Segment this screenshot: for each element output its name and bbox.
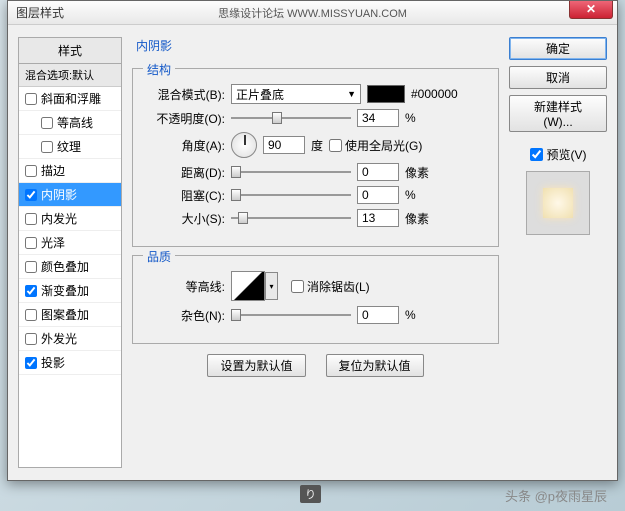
contour-picker[interactable]: ▾ — [231, 271, 265, 301]
distance-unit: 像素 — [405, 164, 429, 181]
opacity-input[interactable]: 34 — [357, 109, 399, 127]
sidebar-item-label: 斜面和浮雕 — [41, 90, 101, 107]
sidebar-checkbox[interactable] — [41, 141, 53, 153]
sidebar-checkbox[interactable] — [25, 165, 37, 177]
size-unit: 像素 — [405, 210, 429, 227]
noise-slider[interactable] — [231, 307, 351, 323]
sidebar-checkbox[interactable] — [25, 237, 37, 249]
sidebar-item-6[interactable]: 光泽 — [19, 231, 121, 255]
opacity-slider[interactable] — [231, 110, 351, 126]
logo-badge: り — [300, 485, 321, 503]
sidebar-checkbox[interactable] — [25, 261, 37, 273]
chevron-down-icon: ▼ — [347, 89, 356, 99]
sidebar-item-label: 纹理 — [57, 138, 81, 155]
sidebar-item-8[interactable]: 渐变叠加 — [19, 279, 121, 303]
ok-button[interactable]: 确定 — [509, 37, 607, 60]
choke-unit: % — [405, 188, 416, 202]
noise-unit: % — [405, 308, 416, 322]
sidebar-item-label: 投影 — [41, 354, 65, 371]
structure-legend: 结构 — [143, 61, 175, 78]
noise-input[interactable]: 0 — [357, 306, 399, 324]
cancel-button[interactable]: 取消 — [509, 66, 607, 89]
sidebar-checkbox[interactable] — [25, 309, 37, 321]
preview-thumbnail — [526, 171, 590, 235]
sidebar-sub[interactable]: 混合选项:默认 — [19, 64, 121, 87]
sidebar-header: 样式 — [19, 38, 121, 64]
panel-title: 内阴影 — [136, 39, 172, 53]
blend-mode-label: 混合模式(B): — [145, 86, 225, 103]
sidebar-item-label: 颜色叠加 — [41, 258, 89, 275]
preview-checkbox[interactable]: 预览(V) — [530, 146, 587, 163]
size-label: 大小(S): — [145, 210, 225, 227]
sidebar-item-9[interactable]: 图案叠加 — [19, 303, 121, 327]
size-input[interactable]: 13 — [357, 209, 399, 227]
angle-label: 角度(A): — [145, 137, 225, 154]
angle-dial[interactable] — [231, 132, 257, 158]
sidebar-checkbox[interactable] — [25, 357, 37, 369]
new-style-button[interactable]: 新建样式(W)... — [509, 95, 607, 132]
sidebar-item-label: 图案叠加 — [41, 306, 89, 323]
close-icon: ✕ — [586, 2, 596, 16]
sidebar-checkbox[interactable] — [25, 333, 37, 345]
angle-unit: 度 — [311, 137, 323, 154]
sidebar-item-10[interactable]: 外发光 — [19, 327, 121, 351]
sidebar-item-0[interactable]: 斜面和浮雕 — [19, 87, 121, 111]
sidebar-item-label: 描边 — [41, 162, 65, 179]
sidebar-item-label: 内阴影 — [41, 186, 77, 203]
global-light-checkbox[interactable]: 使用全局光(G) — [329, 137, 422, 154]
distance-label: 距离(D): — [145, 164, 225, 181]
contour-label: 等高线: — [145, 278, 225, 295]
color-hex: #000000 — [411, 87, 458, 101]
sidebar-item-label: 光泽 — [41, 234, 65, 251]
sidebar-item-4[interactable]: 内阴影 — [19, 183, 121, 207]
size-slider[interactable] — [231, 210, 351, 226]
sidebar-item-7[interactable]: 颜色叠加 — [19, 255, 121, 279]
sidebar-checkbox[interactable] — [25, 93, 37, 105]
title-center: 思缘设计论坛 WWW.MISSYUAN.COM — [218, 5, 407, 21]
blend-mode-combo[interactable]: 正片叠底▼ — [231, 84, 361, 104]
sidebar-item-1[interactable]: 等高线 — [19, 111, 121, 135]
sidebar-checkbox[interactable] — [25, 285, 37, 297]
sidebar-item-2[interactable]: 纹理 — [19, 135, 121, 159]
style-sidebar: 样式 混合选项:默认 斜面和浮雕等高线纹理描边内阴影内发光光泽颜色叠加渐变叠加图… — [18, 37, 122, 468]
sidebar-item-11[interactable]: 投影 — [19, 351, 121, 375]
color-swatch[interactable] — [367, 85, 405, 103]
quality-legend: 品质 — [143, 248, 175, 265]
sidebar-item-label: 等高线 — [57, 114, 93, 131]
sidebar-item-label: 外发光 — [41, 330, 77, 347]
choke-input[interactable]: 0 — [357, 186, 399, 204]
sidebar-checkbox[interactable] — [41, 117, 53, 129]
window-title: 图层样式 — [16, 4, 64, 21]
close-button[interactable]: ✕ — [569, 1, 613, 19]
sidebar-item-label: 内发光 — [41, 210, 77, 227]
reset-default-button[interactable]: 复位为默认值 — [326, 354, 424, 377]
sidebar-item-3[interactable]: 描边 — [19, 159, 121, 183]
distance-input[interactable]: 0 — [357, 163, 399, 181]
structure-group: 结构 混合模式(B): 正片叠底▼ #000000 不透明度(O): 34 % … — [132, 68, 499, 247]
distance-slider[interactable] — [231, 164, 351, 180]
sidebar-checkbox[interactable] — [25, 189, 37, 201]
antialias-checkbox[interactable]: 消除锯齿(L) — [291, 278, 370, 295]
set-default-button[interactable]: 设置为默认值 — [207, 354, 305, 377]
sidebar-checkbox[interactable] — [25, 213, 37, 225]
opacity-unit: % — [405, 111, 416, 125]
sidebar-item-5[interactable]: 内发光 — [19, 207, 121, 231]
quality-group: 品质 等高线: ▾ 消除锯齿(L) 杂色(N): 0 % — [132, 255, 499, 344]
angle-input[interactable]: 90 — [263, 136, 305, 154]
sidebar-item-label: 渐变叠加 — [41, 282, 89, 299]
watermark: 头条 @p夜雨星辰 — [505, 486, 607, 505]
choke-label: 阻塞(C): — [145, 187, 225, 204]
choke-slider[interactable] — [231, 187, 351, 203]
opacity-label: 不透明度(O): — [145, 110, 225, 127]
chevron-down-icon[interactable]: ▾ — [265, 272, 278, 300]
noise-label: 杂色(N): — [145, 307, 225, 324]
